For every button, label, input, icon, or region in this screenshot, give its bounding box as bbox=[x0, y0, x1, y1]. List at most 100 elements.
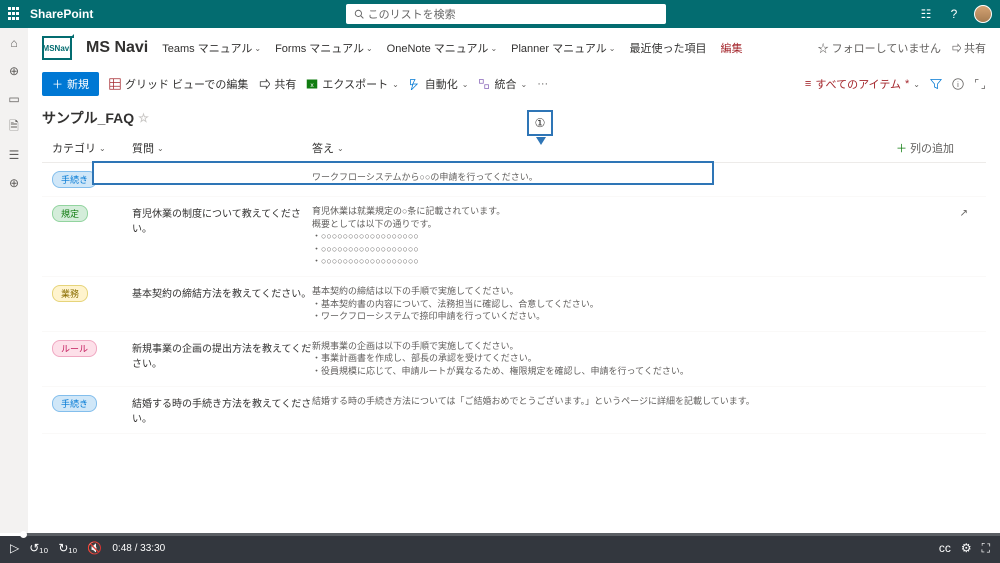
site-nav: Teams マニュアル⌄ Forms マニュアル⌄ OneNote マニュアル⌄… bbox=[162, 40, 742, 56]
chevron-down-icon: ⌄ bbox=[520, 80, 527, 89]
grid-icon bbox=[109, 78, 121, 90]
table-row[interactable]: 業務 基本契約の締結方法を教えてください。基本契約の締結は以下の手順で実施してくだ… bbox=[42, 277, 986, 332]
table-row[interactable]: ルール 新規事業の企画の提出方法を教えてください。新規事業の企画は以下の手順で実施… bbox=[42, 332, 986, 387]
video-time: 0:48 / 33:30 bbox=[112, 543, 165, 554]
filter-button[interactable] bbox=[930, 78, 942, 90]
search-icon bbox=[354, 9, 364, 19]
answer-cell: 基本契約の締結は以下の手順で実施してください。・基本契約書の内容について、法務担… bbox=[312, 285, 976, 323]
category-tag: 手続き bbox=[52, 171, 97, 188]
video-progress-track[interactable] bbox=[0, 533, 1000, 536]
fullscreen-button[interactable]: ⛶ bbox=[982, 541, 990, 556]
share-icon bbox=[258, 78, 270, 90]
favorite-star-icon[interactable]: ☆ bbox=[138, 111, 149, 125]
expand-button[interactable] bbox=[974, 78, 986, 90]
nav-teams[interactable]: Teams マニュアル⌄ bbox=[162, 40, 261, 56]
question-cell: 結婚する時の手続き方法を教えてください。 bbox=[132, 395, 312, 425]
chevron-down-icon: ⌄ bbox=[99, 144, 106, 153]
site-title[interactable]: MS Navi bbox=[86, 39, 148, 57]
chevron-down-icon: ⌄ bbox=[490, 44, 497, 53]
view-selector[interactable]: ≡ すべてのアイテム*⌄ bbox=[805, 76, 920, 92]
column-header-question[interactable]: 質問⌄ bbox=[132, 140, 312, 156]
chevron-down-icon: ⌄ bbox=[913, 80, 920, 89]
column-header-category[interactable]: カテゴリ⌄ bbox=[52, 140, 132, 156]
chevron-down-icon: ⌄ bbox=[366, 44, 373, 53]
category-tag: ルール bbox=[52, 340, 97, 357]
chevron-down-icon: ⌄ bbox=[392, 80, 399, 89]
table-row[interactable]: 規定 育児休業の制度について教えてください。育児休業は就業規定の○条に記載されてい… bbox=[42, 197, 986, 277]
site-logo[interactable]: MSNavi bbox=[42, 36, 72, 60]
list-title: サンプル_FAQ☆ bbox=[42, 108, 986, 128]
category-tag: 規定 bbox=[52, 205, 88, 222]
svg-text:i: i bbox=[957, 80, 959, 89]
integrate-button[interactable]: 統合⌄ bbox=[478, 76, 527, 92]
table-row[interactable]: 手続き 結婚する時の手続き方法を教えてください。結婚する時の手続き方法については「… bbox=[42, 387, 986, 434]
user-avatar[interactable] bbox=[974, 5, 992, 23]
app-rail: ⌂ ⊕ ▭ 🗎 ☰ ⊕ bbox=[0, 28, 28, 533]
follow-button[interactable]: ☆ フォローしていません bbox=[818, 40, 941, 56]
question-cell: 育児休業の制度について教えてください。 bbox=[132, 205, 312, 268]
app-launcher-icon[interactable] bbox=[8, 7, 22, 21]
annotation-callout-1: ① bbox=[527, 110, 553, 136]
column-headers: カテゴリ⌄ 質問⌄ 答え⌄ ＋列の追加 bbox=[42, 134, 986, 163]
settings-button[interactable]: ⚙ bbox=[961, 541, 972, 556]
site-share-button[interactable]: 共有 bbox=[951, 40, 986, 56]
captions-button[interactable]: cc bbox=[939, 541, 951, 556]
info-icon: i bbox=[952, 78, 964, 90]
export-button[interactable]: xエクスポート⌄ bbox=[306, 76, 398, 92]
flow-icon bbox=[409, 78, 421, 90]
category-tag: 業務 bbox=[52, 285, 88, 302]
answer-cell: 結婚する時の手続き方法については「ご結婚おめでとうございます。」というページに詳… bbox=[312, 395, 976, 425]
volume-button[interactable]: 🔇 bbox=[87, 541, 102, 555]
category-tag: 手続き bbox=[52, 395, 97, 412]
nav-planner[interactable]: Planner マニュアル⌄ bbox=[511, 40, 615, 56]
home-icon[interactable]: ⌂ bbox=[7, 36, 21, 50]
column-header-answer[interactable]: 答え⌄ bbox=[312, 140, 896, 156]
files-icon[interactable]: ▭ bbox=[7, 92, 21, 106]
rewind-button[interactable]: ↺₁₀ bbox=[29, 541, 48, 555]
teams-icon[interactable]: ☷ bbox=[918, 6, 934, 22]
more-button[interactable]: ··· bbox=[537, 78, 548, 90]
plus-icon: ＋ bbox=[52, 76, 63, 92]
nav-recent[interactable]: 最近使った項目 bbox=[629, 40, 706, 56]
globe-icon[interactable]: ⊕ bbox=[7, 64, 21, 78]
nav-forms[interactable]: Forms マニュアル⌄ bbox=[275, 40, 373, 56]
share-icon bbox=[951, 43, 961, 53]
suite-app-name: SharePoint bbox=[30, 7, 93, 21]
info-button[interactable]: i bbox=[952, 78, 964, 90]
new-button[interactable]: ＋新規 bbox=[42, 72, 99, 96]
chevron-down-icon: ⌄ bbox=[337, 144, 344, 153]
forward-button[interactable]: ↻₁₀ bbox=[58, 541, 77, 555]
play-button[interactable]: ▷ bbox=[10, 541, 19, 555]
video-progress-fill bbox=[0, 533, 24, 536]
share-button[interactable]: 共有 bbox=[258, 76, 296, 92]
grid-edit-button[interactable]: グリッド ビューでの編集 bbox=[109, 76, 248, 92]
nav-onenote[interactable]: OneNote マニュアル⌄ bbox=[387, 40, 497, 56]
question-cell: 新規事業の企画の提出方法を教えてください。 bbox=[132, 340, 312, 378]
help-icon[interactable]: ? bbox=[946, 6, 962, 22]
nav-edit[interactable]: 編集 bbox=[720, 40, 742, 56]
answer-cell: ワークフローシステムから○○の申請を行ってください。 bbox=[312, 171, 976, 188]
chevron-down-icon: ⌄ bbox=[609, 44, 616, 53]
list-icon[interactable]: ☰ bbox=[7, 148, 21, 162]
open-link-icon[interactable]: ↗ bbox=[960, 207, 968, 221]
news-icon[interactable]: 🗎 bbox=[7, 120, 21, 134]
content-area: サンプル_FAQ☆ ① カテゴリ⌄ 質問⌄ 答え⌄ ＋列の追加 手続き○○の手続… bbox=[28, 100, 1000, 442]
filter-icon bbox=[930, 78, 942, 90]
site-header: MSNavi MS Navi Teams マニュアル⌄ Forms マニュアル⌄… bbox=[28, 28, 1000, 68]
chevron-down-icon: ⌄ bbox=[254, 44, 261, 53]
add-column-button[interactable]: ＋列の追加 bbox=[896, 140, 976, 156]
create-icon[interactable]: ⊕ bbox=[7, 176, 21, 190]
automate-button[interactable]: 自動化⌄ bbox=[409, 76, 469, 92]
command-bar: ＋新規 グリッド ビューでの編集 共有 xエクスポート⌄ 自動化⌄ 統合⌄ ··… bbox=[28, 68, 1000, 100]
search-placeholder: このリストを検索 bbox=[368, 6, 456, 22]
answer-cell: 新規事業の企画は以下の手順で実施してください。・事業計画書を作成し、部長の承認を… bbox=[312, 340, 976, 378]
search-input[interactable]: このリストを検索 bbox=[346, 4, 666, 24]
answer-cell: 育児休業は就業規定の○条に記載されています。概要としては以下の通りです。・○○○… bbox=[312, 205, 976, 268]
annotation-pointer bbox=[536, 137, 546, 145]
video-player-bar: ▷ ↺₁₀ ↻₁₀ 🔇 0:48 / 33:30 cc ⚙ ⛶ bbox=[0, 533, 1000, 563]
suite-bar: SharePoint このリストを検索 ☷ ? bbox=[0, 0, 1000, 28]
integrate-icon bbox=[478, 78, 490, 90]
chevron-down-icon: ⌄ bbox=[157, 144, 164, 153]
question-cell: 基本契約の締結方法を教えてください。 bbox=[132, 285, 312, 323]
expand-icon bbox=[974, 78, 986, 90]
